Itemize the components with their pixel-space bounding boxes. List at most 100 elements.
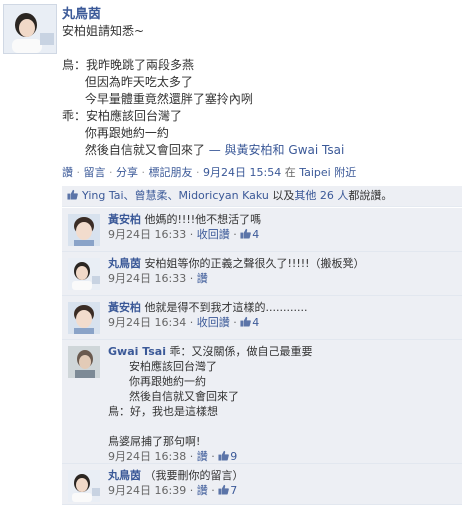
comment-timestamp[interactable]: 9月24日 16:39 — [108, 484, 186, 497]
comment-text: 乖：又沒關係，做自己最重要 — [169, 345, 313, 358]
separator-dot: · — [189, 316, 194, 329]
thumbs-up-icon — [67, 189, 78, 200]
location-link[interactable]: Taipei 附近 — [299, 166, 356, 179]
comment-like-count[interactable]: 7 — [218, 484, 237, 497]
comment-link[interactable]: 留言 — [84, 166, 106, 179]
commenter-name[interactable]: Gwai Tsai — [108, 345, 166, 358]
comment-meta: 9月24日 16:34 · 收回讚 · 4 — [108, 316, 259, 329]
comment-body: 丸鳥茵 （我要刪你的留言） 9月24日 16:39 · 讚 · 7 — [108, 468, 458, 498]
comment-item: 黃安柏 他就是得不到我才這樣的............ 9月24日 16:34 … — [62, 296, 462, 340]
comment-item: 黃安柏 他媽的!!!!他不想活了嗎 9月24日 16:33 · 收回讚 · 4 — [62, 208, 462, 252]
post-text-line-with-tags: 然後自信就又會回來了 — 與黃安柏和 Gwai Tsai — [62, 142, 344, 159]
separator-dot: · — [109, 166, 113, 179]
comment-meta: 9月24日 16:38 · 讚 · 9 — [108, 450, 237, 463]
like-count-value: 4 — [252, 228, 260, 241]
like-link[interactable]: 讚 — [197, 272, 208, 285]
separator-dot: · — [141, 166, 146, 179]
comment-timestamp[interactable]: 9月24日 16:33 — [108, 272, 186, 285]
like-count-value: 4 — [252, 316, 260, 329]
post-text-line: 你再跟她約一約 — [62, 126, 169, 140]
thumbs-up-icon — [240, 316, 252, 327]
comment-timestamp[interactable]: 9月24日 16:38 — [108, 450, 186, 463]
separator-dot: · — [189, 228, 194, 241]
comment-meta: 9月24日 16:39 · 讚 · 7 — [108, 484, 237, 497]
separator-dot: · — [196, 166, 200, 179]
tagged-friend-link[interactable]: Gwai Tsai — [288, 143, 344, 157]
comment-text-line: 鳥：好，我也是這樣想 — [108, 405, 218, 418]
comment-timestamp[interactable]: 9月24日 16:33 — [108, 228, 186, 241]
comment-text-line — [108, 419, 458, 434]
comment-like-count[interactable]: 4 — [240, 316, 259, 329]
likers-names[interactable]: Ying Tai、曾慧柔、Midoricyan Kaku — [82, 189, 269, 202]
post-author-avatar[interactable] — [3, 4, 57, 54]
post-timestamp[interactable]: 9月24日 15:54 — [203, 166, 281, 179]
commenter-avatar[interactable] — [68, 346, 100, 378]
post-author-name[interactable]: 丸鳥茵 — [62, 3, 101, 22]
comment-text-line: 鳥婆屌捕了那句啊! — [108, 435, 201, 448]
comment-item: 丸鳥茵 安柏姐等你的正義之聲很久了!!!!!（搬板凳） 9月24日 16:33 … — [62, 252, 462, 296]
comment-body: 黃安柏 他就是得不到我才這樣的............ 9月24日 16:34 … — [108, 300, 458, 330]
likes-middle: 以及 — [272, 189, 295, 202]
thumbs-up-icon — [218, 484, 230, 495]
separator-dot: · — [189, 484, 194, 497]
comment-item: 丸鳥茵 （我要刪你的留言） 9月24日 16:39 · 讚 · 7 — [62, 464, 462, 505]
separator-dot: · — [189, 272, 194, 285]
separator-dot: · — [211, 484, 215, 497]
thumbs-up-icon — [218, 450, 230, 461]
avatar-photo-icon — [68, 346, 100, 378]
post-text-line: 鳥：我昨晚跳了兩段多燕 — [62, 58, 195, 72]
post-text-line: 安柏姐請知悉~ — [62, 24, 145, 38]
tagged-friend-link[interactable]: 黃安柏 — [237, 143, 273, 157]
commenter-name[interactable]: 丸鳥茵 — [108, 469, 141, 482]
thumbs-up-icon — [240, 228, 252, 239]
tag-friends-link[interactable]: 標記朋友 — [149, 166, 193, 179]
like-link[interactable]: 讚 — [197, 484, 208, 497]
comment-like-count[interactable]: 4 — [240, 228, 259, 241]
comment-text-line: 安柏應該回台灣了 — [108, 360, 217, 373]
like-count-value: 7 — [230, 484, 238, 497]
comment-text-line: 然後自信就又會回來了 — [108, 390, 239, 403]
avatar-photo-icon — [68, 214, 100, 246]
tag-prefix: — 與 — [204, 143, 237, 157]
commenter-avatar[interactable] — [68, 258, 100, 290]
comment-meta: 9月24日 16:33 · 讚 — [108, 272, 208, 285]
likes-summary: Ying Tai、曾慧柔、Midoricyan Kaku 以及其他 26 人都說… — [62, 186, 462, 207]
avatar-photo-icon — [4, 5, 56, 53]
comment-body: 黃安柏 他媽的!!!!他不想活了嗎 9月24日 16:33 · 收回讚 · 4 — [108, 212, 458, 242]
comment-body: Gwai Tsai 乖：又沒關係，做自己最重要 安柏應該回台灣了 你再跟她約一約… — [108, 344, 458, 464]
comment-text: 安柏姐等你的正義之聲很久了!!!!!（搬板凳） — [144, 257, 365, 270]
other-likers-link[interactable]: 其他 26 人 — [294, 189, 348, 202]
likes-suffix: 都說讚。 — [348, 189, 393, 202]
separator-dot: · — [76, 166, 81, 179]
post-text-line: 乖：安柏應該回台灣了 — [62, 109, 183, 123]
like-link[interactable]: 讚 — [62, 166, 73, 179]
comment-item: Gwai Tsai 乖：又沒關係，做自己最重要 安柏應該回台灣了 你再跟她約一約… — [62, 340, 462, 464]
commenter-name[interactable]: 丸鳥茵 — [108, 257, 141, 270]
comment-text: 他媽的!!!!他不想活了嗎 — [144, 213, 262, 226]
commenter-avatar[interactable] — [68, 302, 100, 334]
comment-text: 他就是得不到我才這樣的............ — [144, 301, 308, 314]
comment-text: （我要刪你的留言） — [144, 469, 244, 482]
like-link[interactable]: 讚 — [197, 450, 208, 463]
commenter-name[interactable]: 黃安柏 — [108, 301, 141, 314]
post-text-line: 今早量體重竟然還胖了塞拎內咧 — [62, 92, 253, 106]
like-count-value: 9 — [230, 450, 238, 463]
unlike-link[interactable]: 收回讚 — [197, 316, 230, 329]
unlike-link[interactable]: 收回讚 — [197, 228, 230, 241]
post-actions-bar: 讚 · 留言 · 分享 · 標記朋友 · 9月24日 15:54 在 Taipe… — [62, 164, 356, 180]
avatar-photo-icon — [68, 302, 100, 334]
separator-dot: · — [233, 228, 237, 241]
post-text-line: 然後自信就又會回來了 — [62, 143, 205, 157]
commenter-avatar[interactable] — [68, 470, 100, 502]
commenter-avatar[interactable] — [68, 214, 100, 246]
avatar-photo-icon — [68, 470, 100, 502]
post-text-line: 但因為昨天吃太多了 — [62, 75, 193, 89]
separator-dot: · — [233, 316, 237, 329]
share-link[interactable]: 分享 — [116, 166, 138, 179]
comment-body: 丸鳥茵 安柏姐等你的正義之聲很久了!!!!!（搬板凳） 9月24日 16:33 … — [108, 256, 458, 286]
comment-timestamp[interactable]: 9月24日 16:34 — [108, 316, 186, 329]
separator-dot: · — [189, 450, 194, 463]
comment-like-count[interactable]: 9 — [218, 450, 237, 463]
commenter-name[interactable]: 黃安柏 — [108, 213, 141, 226]
comment-text-line: 你再跟她約一約 — [108, 375, 206, 388]
